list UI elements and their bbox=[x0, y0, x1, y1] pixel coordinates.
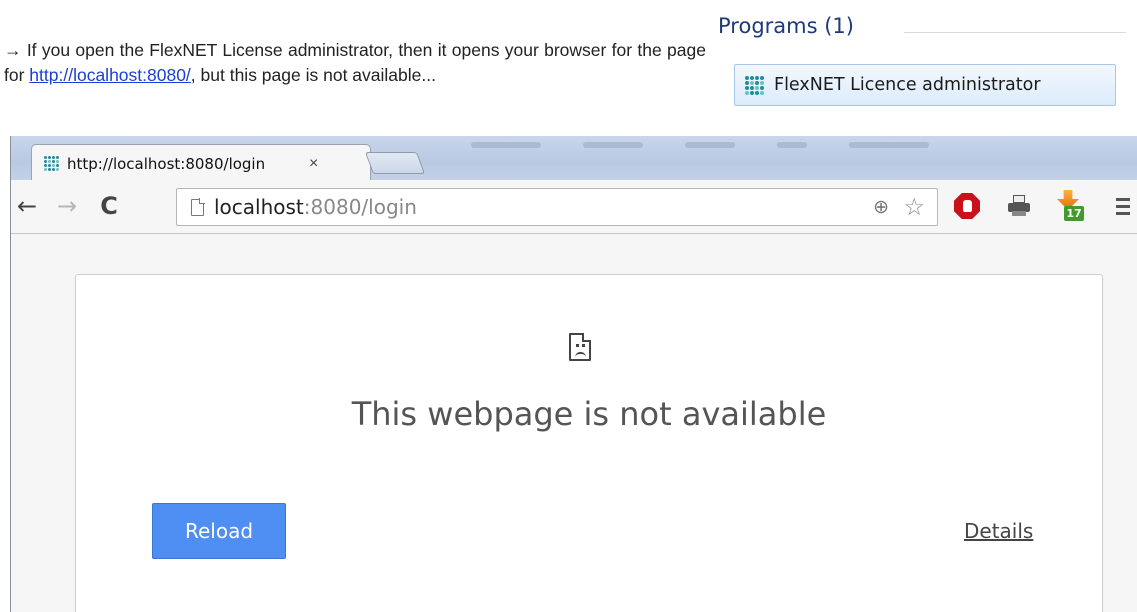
details-link[interactable]: Details bbox=[964, 519, 1033, 543]
tab-close-icon[interactable]: × bbox=[309, 155, 318, 173]
flexnet-program-item[interactable]: FlexNET Licence administrator bbox=[734, 64, 1116, 106]
reload-button[interactable]: Reload bbox=[152, 503, 286, 559]
localhost-link[interactable]: http://localhost:8080/ bbox=[29, 65, 191, 85]
sad-page-icon bbox=[569, 333, 591, 361]
error-card: This webpage is not available Reload Det… bbox=[75, 274, 1103, 612]
back-arrow-icon[interactable]: ← bbox=[11, 190, 43, 222]
url-path: :8080/login bbox=[303, 195, 417, 219]
download-count-badge: 17 bbox=[1064, 206, 1084, 221]
menu-icon[interactable] bbox=[1107, 190, 1137, 222]
flexnet-dots-icon bbox=[44, 156, 59, 171]
browser-toolbar: ← → C localhost:8080/login ⊕ ☆ 17 bbox=[11, 180, 1137, 234]
reload-icon[interactable]: C bbox=[93, 190, 125, 222]
bookmark-star-icon[interactable]: ☆ bbox=[903, 193, 925, 222]
url-text: localhost:8080/login bbox=[214, 195, 417, 219]
programs-header: Programs (1) bbox=[718, 14, 854, 38]
intro-text-end: , but this page is not available... bbox=[190, 64, 436, 85]
tab-strip: http://localhost:8080/login × bbox=[11, 136, 1137, 182]
page-content: This webpage is not available Reload Det… bbox=[11, 234, 1137, 612]
forward-arrow-icon[interactable]: → bbox=[51, 190, 83, 222]
printer-icon[interactable] bbox=[1003, 190, 1035, 222]
adblock-stop-icon[interactable] bbox=[951, 190, 983, 222]
intro-paragraph: → If you open the FlexNET License admini… bbox=[4, 38, 706, 88]
browser-window: http://localhost:8080/login × ← → C loca… bbox=[10, 136, 1137, 612]
address-bar[interactable]: localhost:8080/login ⊕ ☆ bbox=[176, 188, 938, 226]
programs-divider bbox=[904, 32, 1126, 33]
new-tab-button[interactable] bbox=[364, 152, 426, 174]
flexnet-dots-icon bbox=[745, 75, 764, 95]
download-icon[interactable]: 17 bbox=[1053, 190, 1085, 222]
zoom-icon[interactable]: ⊕ bbox=[873, 196, 889, 219]
start-menu-programs-panel: Programs (1) FlexNET Licence administrat… bbox=[716, 8, 1128, 112]
tab-active[interactable]: http://localhost:8080/login × bbox=[31, 144, 371, 182]
program-item-label: FlexNET Licence administrator bbox=[774, 75, 1041, 95]
blurred-background-menu bbox=[471, 138, 1131, 152]
tab-title: http://localhost:8080/login bbox=[67, 154, 266, 173]
error-title: This webpage is not available bbox=[351, 395, 827, 433]
page-icon bbox=[191, 198, 205, 216]
url-host: localhost bbox=[214, 195, 304, 219]
